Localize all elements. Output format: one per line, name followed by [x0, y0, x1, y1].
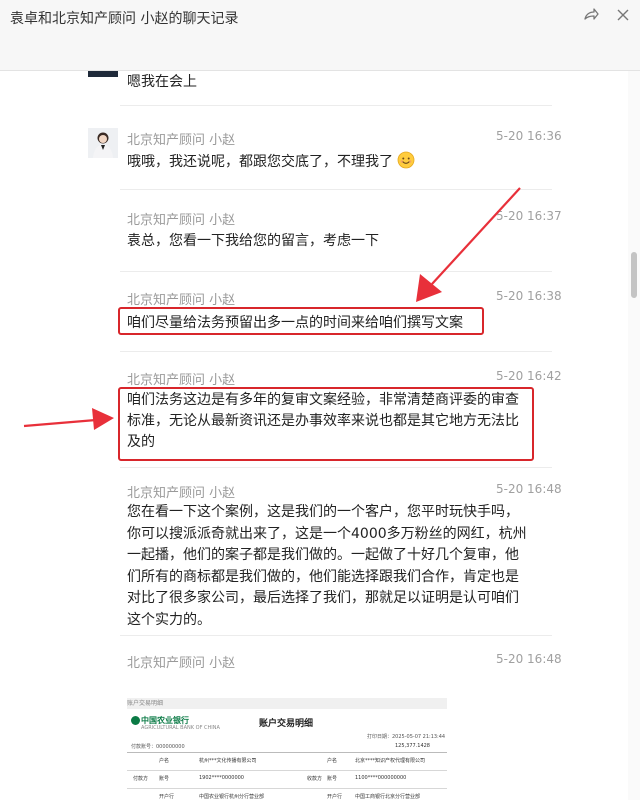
scrollbar-track[interactable]: [628, 71, 640, 800]
annotation-arrows: [23, 187, 521, 430]
arrow-horizontal: [23, 408, 114, 430]
arrow-diagonal: [416, 187, 521, 302]
scrollbar-thumb[interactable]: [631, 252, 637, 298]
